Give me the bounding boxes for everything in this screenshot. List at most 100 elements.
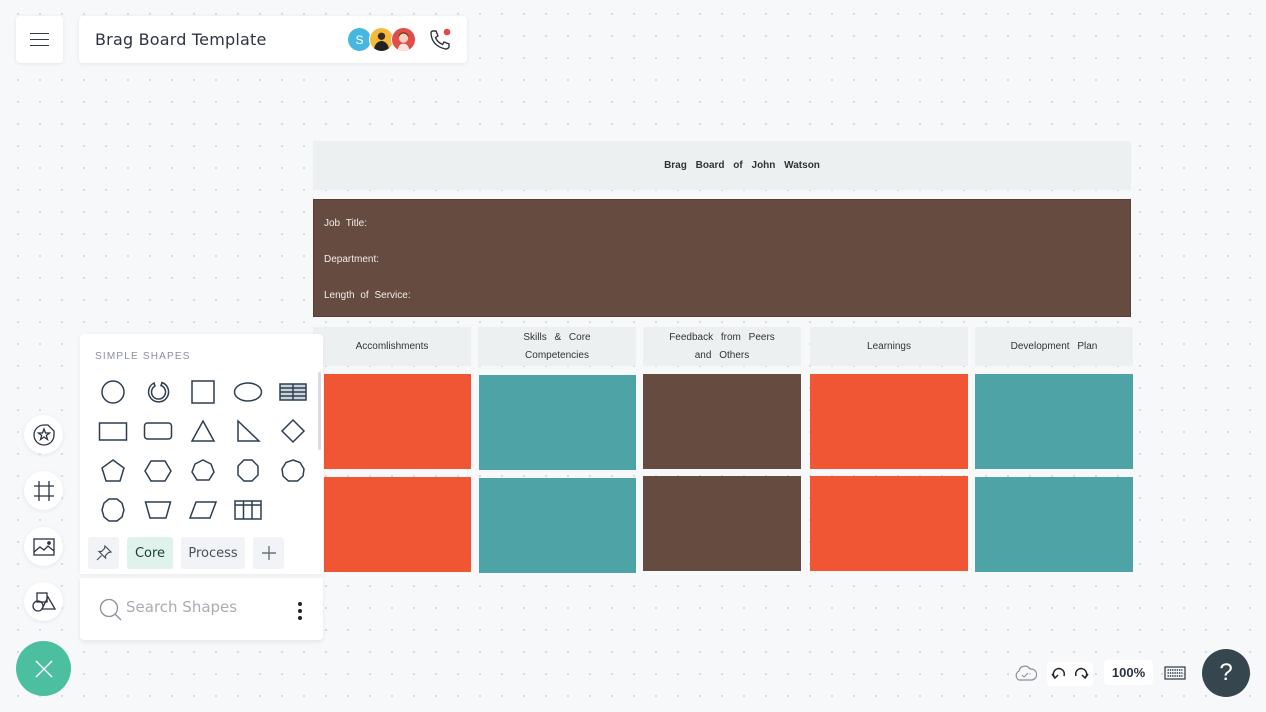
redo-icon[interactable] [1073,667,1089,681]
shape-search [80,578,323,640]
phone-icon [430,28,451,50]
panel-scrollbar[interactable] [318,372,321,450]
keyboard-icon [1164,666,1186,680]
frame-icon [33,480,54,501]
column-header-development-plan[interactable]: Development Plan [975,327,1133,366]
development-plan-card-1[interactable] [975,374,1133,469]
shapes-icon [31,591,56,612]
shapes-tool-button[interactable] [24,582,63,621]
shape-trapezoid[interactable] [135,491,180,531]
tab-process[interactable]: Process [181,537,245,569]
sticker-icon [32,423,55,446]
ellipse-icon [233,382,262,402]
collaborator-avatars: S [347,27,416,52]
image-tool-button[interactable] [24,527,63,566]
feedback-card-2[interactable] [643,476,801,571]
board-title[interactable]: Brag Board of John Watson [313,141,1131,190]
diamond-icon [280,419,305,444]
save-status[interactable] [1012,662,1038,684]
hamburger-menu-icon [30,32,49,47]
column-header-feedback[interactable]: Feedback from Peers and Others [643,327,801,366]
shape-decagon[interactable] [90,491,135,531]
call-button[interactable] [427,27,453,53]
nonagon-icon [280,458,305,482]
undo-icon[interactable] [1051,667,1067,681]
rounded-rectangle-icon [143,422,172,440]
frame-tool-button[interactable] [24,471,63,510]
shape-rounded-rectangle[interactable] [135,412,180,452]
help-button[interactable]: ? [1202,649,1250,697]
image-icon [32,537,55,556]
cloud-saved-icon [1015,665,1037,681]
accomplishments-card-1[interactable] [324,374,471,469]
job-title-field: Job Title: [324,218,368,229]
parallelogram-icon [188,501,217,519]
skills-card-1[interactable] [479,375,636,470]
arc-icon [147,381,169,403]
shape-nonagon[interactable] [270,451,315,491]
shape-table[interactable] [270,372,315,412]
shape-arc[interactable] [135,372,180,412]
shape-category-tabs: Core Process [88,537,284,569]
shape-square[interactable] [180,372,225,412]
trapezoid-icon [144,501,171,519]
shape-grid-table[interactable] [225,491,270,531]
shape-hexagon[interactable] [135,451,180,491]
shape-parallelogram[interactable] [180,491,225,531]
plus-icon [261,546,276,560]
sticker-tool-button[interactable] [24,415,63,454]
skills-card-2[interactable] [479,478,636,573]
pin-icon [96,544,112,561]
learnings-card-2[interactable] [810,476,968,571]
shape-pentagon[interactable] [90,451,135,491]
heptagon-icon [190,458,215,481]
zoom-level[interactable]: 100% [1104,660,1153,685]
department-field: Department: [324,254,380,265]
tab-core[interactable]: Core [127,537,173,569]
more-vertical-icon [298,602,302,620]
grid-table-icon [233,500,262,520]
column-header-learnings[interactable]: Learnings [810,327,968,366]
document-title[interactable]: Brag Board Template [95,30,267,49]
shape-diamond[interactable] [270,412,315,452]
add-library-button[interactable] [253,537,284,569]
hexagon-icon [143,460,172,482]
close-icon [35,660,52,677]
search-shapes-input[interactable] [126,598,286,616]
square-icon [190,380,215,404]
feedback-card-1[interactable] [643,374,801,469]
shape-right-triangle[interactable] [225,412,270,452]
shape-octagon[interactable] [225,451,270,491]
learnings-card-1[interactable] [810,374,968,469]
shape-circle[interactable] [90,372,135,412]
development-plan-card-2[interactable] [975,477,1133,572]
employee-info-block[interactable]: Job Title: Department: Length of Service… [313,199,1131,317]
pinned-tab[interactable] [88,537,119,569]
column-header-skills[interactable]: Skills & Core Competencies [478,327,636,366]
close-toolbar-button[interactable] [16,641,71,696]
rectangle-icon [98,422,127,441]
avatar[interactable] [391,27,416,52]
octagon-icon [236,459,259,482]
triangle-icon [190,419,215,442]
shape-rectangle[interactable] [90,412,135,452]
keyboard-shortcuts-button[interactable] [1163,665,1187,681]
shape-grid [90,372,315,530]
right-triangle-icon [236,419,261,442]
column-header-accomplishments[interactable]: Accomlishments [313,327,471,366]
shape-triangle[interactable] [180,412,225,452]
more-options-button[interactable] [294,600,306,622]
decagon-icon [100,498,125,522]
main-menu-button[interactable] [16,16,63,63]
call-indicator [443,28,451,36]
pentagon-icon [100,458,125,482]
shape-heptagon[interactable] [180,451,225,491]
shape-ellipse[interactable] [225,372,270,412]
length-of-service-field: Length of Service: [324,290,411,301]
undo-redo-group [1047,662,1093,686]
shape-library-panel: SIMPLE SHAPES Core Process [80,334,323,574]
document-title-bar: Brag Board Template S [79,16,467,63]
search-icon [99,598,122,621]
accomplishments-card-2[interactable] [324,477,471,572]
table-icon [278,383,307,401]
